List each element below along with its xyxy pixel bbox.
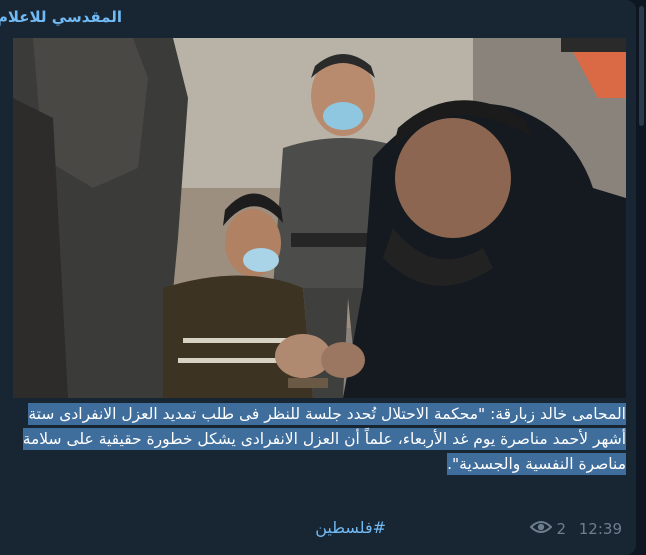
views-count: 2 — [556, 520, 566, 538]
views-counter: 2 — [530, 520, 566, 538]
post-caption: المحامى خالد زبارقة: "محكمة الاحتلال تُح… — [13, 402, 626, 477]
scrollbar-thumb[interactable] — [639, 6, 644, 126]
channel-name[interactable]: المقدسي للاعلام — [0, 8, 122, 26]
message-footer: #فلسطين 2 12:39 — [13, 506, 626, 546]
scrollbar[interactable] — [636, 0, 646, 555]
post-photo[interactable] — [13, 38, 626, 398]
caption-text: المحامى خالد زبارقة: "محكمة الاحتلال تُح… — [22, 403, 626, 475]
hashtag-link[interactable]: #فلسطين — [315, 518, 386, 537]
photo-illustration — [13, 38, 626, 398]
message-bubble: المقدسي للاعلام المحامى خالد زبارقة: "مح… — [0, 0, 636, 555]
message-time: 12:39 — [578, 520, 622, 538]
eye-icon — [530, 520, 553, 538]
